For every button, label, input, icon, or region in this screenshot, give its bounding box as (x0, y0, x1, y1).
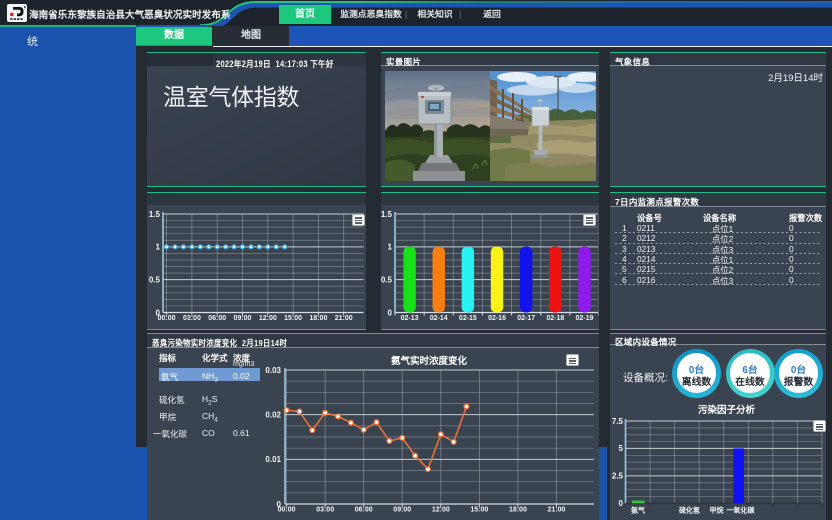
svg-text:0: 0 (619, 499, 624, 508)
svg-text:0.5: 0.5 (149, 276, 161, 285)
svg-text:0.03: 0.03 (265, 366, 281, 375)
svg-text:2.5: 2.5 (612, 472, 624, 481)
svg-text:02-15: 02-15 (459, 315, 477, 322)
svg-text:1.5: 1.5 (381, 210, 393, 219)
svg-text:21:00: 21:00 (547, 507, 565, 514)
svg-text:06:00: 06:00 (355, 507, 373, 514)
svg-text:02-14: 02-14 (430, 315, 448, 322)
svg-text:02-17: 02-17 (517, 315, 535, 322)
svg-text:0.02: 0.02 (265, 411, 281, 420)
svg-text:硫化氢: 硫化氢 (679, 506, 700, 515)
svg-text:06:00: 06:00 (208, 315, 226, 322)
svg-text:一氧化碳: 一氧化碳 (727, 506, 756, 515)
svg-text:0: 0 (388, 308, 393, 317)
svg-text:12:00: 12:00 (432, 507, 450, 514)
svg-text:21:00: 21:00 (335, 315, 353, 322)
svg-text:02-16: 02-16 (488, 315, 506, 322)
svg-text:00:00: 00:00 (158, 315, 176, 322)
svg-text:02-13: 02-13 (401, 315, 419, 322)
svg-text:18:00: 18:00 (509, 507, 527, 514)
svg-text:7.5: 7.5 (612, 417, 624, 426)
svg-text:02-19: 02-19 (576, 315, 594, 322)
svg-text:15:00: 15:00 (470, 507, 488, 514)
svg-text:18:00: 18:00 (309, 315, 327, 322)
svg-text:15:00: 15:00 (284, 315, 302, 322)
svg-text:甲烷: 甲烷 (710, 506, 724, 515)
svg-text:02-18: 02-18 (546, 315, 564, 322)
svg-text:03:00: 03:00 (316, 507, 334, 514)
svg-text:09:00: 09:00 (234, 315, 252, 322)
svg-text:03:00: 03:00 (183, 315, 201, 322)
svg-text:1: 1 (156, 243, 161, 252)
svg-text:0.01: 0.01 (265, 455, 281, 464)
svg-text:1: 1 (388, 243, 393, 252)
svg-text:0.5: 0.5 (381, 276, 393, 285)
svg-text:1.5: 1.5 (149, 210, 161, 219)
svg-text:12:00: 12:00 (259, 315, 277, 322)
svg-text:00:00: 00:00 (278, 507, 296, 514)
svg-text:氨气: 氨气 (631, 506, 645, 515)
svg-text:09:00: 09:00 (393, 507, 411, 514)
svg-text:5: 5 (619, 444, 624, 453)
